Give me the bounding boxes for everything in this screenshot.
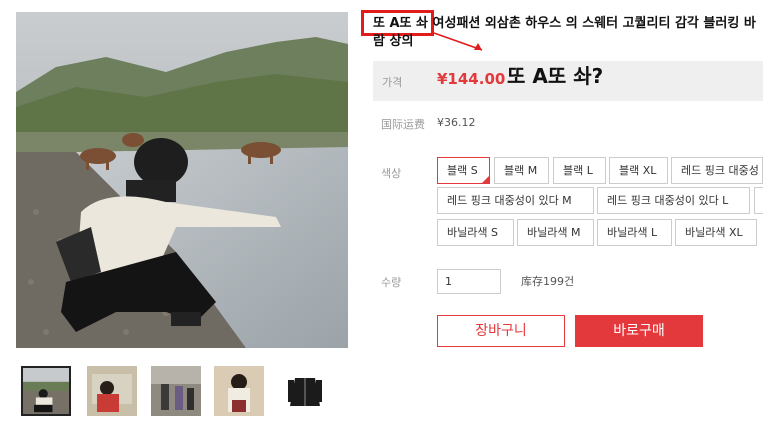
- thumbnail-5[interactable]: [280, 366, 330, 416]
- shipping-label: 国际运费: [381, 118, 425, 131]
- color-option-vanilla-xl[interactable]: 바닐라색 XL: [675, 219, 757, 246]
- color-option-red-pink-s[interactable]: 레드 핑크 대중성: [671, 157, 763, 184]
- color-option-vanilla-s[interactable]: 바닐라색 S: [437, 219, 514, 246]
- shipping-value: ¥36.12: [437, 116, 476, 129]
- color-option-red-pink-l[interactable]: 레드 핑크 대중성이 있다 L: [597, 187, 750, 214]
- price-annotation: 또 A또 솨?: [507, 64, 604, 88]
- color-option-black-l[interactable]: 블랙 L: [553, 157, 606, 184]
- color-option-overflow[interactable]: [754, 187, 763, 214]
- color-label: 색상: [381, 167, 402, 180]
- color-option-vanilla-l[interactable]: 바닐라색 L: [597, 219, 672, 246]
- buy-now-button[interactable]: 바로구매: [575, 315, 703, 347]
- color-option-black-xl[interactable]: 블랙 XL: [609, 157, 668, 184]
- stock-count: 库存199건: [521, 275, 575, 288]
- add-to-cart-button[interactable]: 장바구니: [437, 315, 565, 347]
- price-label: 가격: [382, 76, 403, 89]
- annotation-arrow-icon: [433, 32, 483, 51]
- main-product-image: [16, 12, 348, 348]
- price-value: ¥144.00: [437, 70, 506, 88]
- thumbnail-strip: [21, 366, 331, 416]
- quantity-label: 수량: [381, 276, 402, 289]
- thumbnail-3[interactable]: [151, 366, 201, 416]
- color-option-red-pink-m[interactable]: 레드 핑크 대중성이 있다 M: [437, 187, 594, 214]
- color-option-black-s[interactable]: 블랙 S: [437, 157, 490, 184]
- color-option-vanilla-m[interactable]: 바닐라색 M: [517, 219, 594, 246]
- thumbnail-4[interactable]: [214, 366, 264, 416]
- title-highlight-text: 또 A또 솨: [373, 16, 428, 31]
- thumbnail-1[interactable]: [21, 366, 71, 416]
- color-option-black-m[interactable]: 블랙 M: [494, 157, 549, 184]
- quantity-input[interactable]: 1: [437, 269, 501, 294]
- title-text: 여성패션 외삼촌 하우스 의 스웨터 고퀄리티 감각 블러킹 바람 상의: [373, 16, 756, 49]
- thumbnail-2[interactable]: [87, 366, 137, 416]
